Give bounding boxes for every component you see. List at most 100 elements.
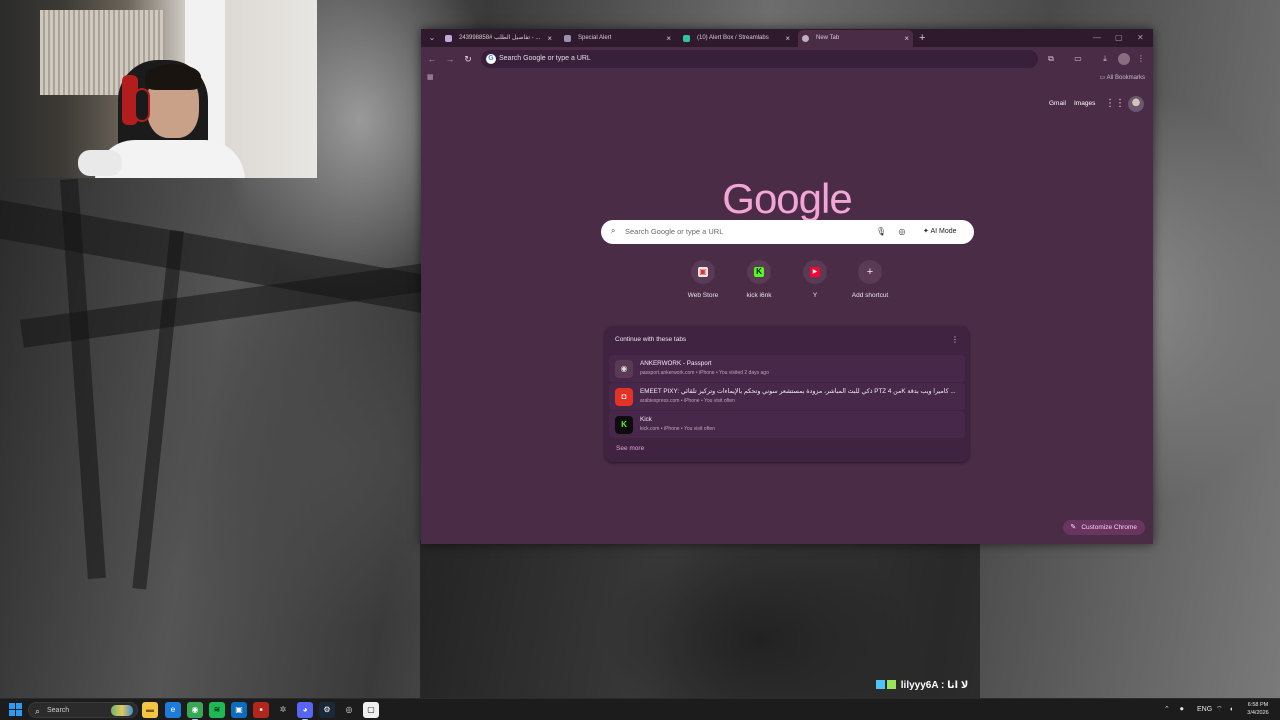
start-button[interactable] [9, 703, 22, 716]
file-explorer-icon[interactable]: ▬ [142, 702, 158, 718]
youtube-icon: ▶ [810, 267, 820, 277]
cast-icon[interactable]: ▭ [1072, 53, 1084, 65]
store-icon[interactable]: ▣ [231, 702, 247, 718]
continue-tab-title: ANKERWORK - Passport [640, 360, 712, 367]
close-icon[interactable]: × [904, 30, 909, 47]
continue-tabs-card: Continue with these tabs ⋮ ◉ ANKERWORK -… [605, 326, 969, 462]
chat-message: lilyyy6A : لا انا [900, 680, 969, 691]
continue-tabs-title: Continue with these tabs [615, 336, 687, 343]
edge-icon[interactable]: e [165, 702, 181, 718]
continue-tab-subtitle: passport.ankerwork.com • iPhone • You vi… [640, 370, 769, 376]
chat-badge-icon [876, 680, 885, 689]
close-window-icon[interactable]: ✕ [1137, 29, 1144, 47]
back-icon[interactable]: ← [425, 52, 439, 66]
apps-icon[interactable]: ▦ [427, 73, 436, 82]
obs-icon[interactable]: ◎ [341, 702, 357, 718]
ai-mode-button[interactable]: ✦ AI Mode [917, 224, 963, 240]
discord-icon[interactable]: ◕ [297, 702, 313, 720]
google-icon: G [486, 54, 496, 64]
new-tab-button[interactable]: + [919, 30, 925, 47]
aliexpress-icon: ◘ [615, 388, 633, 406]
kick-icon: K [615, 416, 633, 434]
maximize-icon[interactable]: ▢ [1115, 29, 1123, 47]
continue-tab-item[interactable]: ◉ ANKERWORK - Passport passport.ankerwor… [609, 355, 965, 382]
close-icon[interactable]: × [785, 30, 790, 47]
search-placeholder: Search Google or type a URL [625, 227, 724, 236]
chrome-icon [802, 35, 809, 42]
web-store-icon: ▣ [698, 267, 708, 277]
continue-tab-subtitle: arabiexpress.com • iPhone • You visit of… [640, 398, 735, 404]
download-icon[interactable]: ⤓ [1099, 53, 1111, 65]
search-icon: ⌕ [35, 706, 41, 716]
shortcut-youtube[interactable]: ▶ Y [787, 260, 843, 308]
profile-icon[interactable] [1118, 53, 1130, 65]
taskbar-search[interactable]: ⌕ Search [28, 702, 138, 718]
see-more-link[interactable]: See more [616, 444, 644, 454]
tab-strip: ⌄ تفاصيل الطلب #243998858 - ... × Specia… [421, 29, 1153, 47]
tab-special-alert[interactable]: Special Alert × [560, 30, 675, 47]
google-lens-icon[interactable]: ◎ [896, 226, 908, 238]
spotify-icon[interactable]: ≋ [209, 702, 225, 718]
microphone-icon[interactable]: ⏺ [1180, 699, 1184, 720]
clock-time: 6:58 PM [1247, 702, 1269, 708]
shortcut-web-store[interactable]: ▣ Web Store [675, 260, 731, 308]
tab-search-icon[interactable]: ⌄ [426, 32, 438, 44]
shortcut-label: kick i6nk [746, 292, 772, 299]
microphone-icon[interactable]: 🎙 [876, 226, 886, 238]
address-bar[interactable]: G Search Google or type a URL [481, 50, 1038, 68]
images-link[interactable]: Images [1074, 97, 1095, 111]
microphone [78, 150, 122, 176]
google-apps-icon[interactable]: ⋮⋮ [1105, 97, 1125, 111]
continue-tab-item[interactable]: ◘ EMEET PIXY: ذكي للبث المباشر، مزودة بم… [609, 383, 965, 410]
tab-label: (10) Alert Box / Streamlabs [697, 35, 769, 41]
webcam-overlay [0, 0, 317, 178]
folder-icon: ▭ [1099, 75, 1107, 81]
all-bookmarks-button[interactable]: ▭ All Bookmarks [1100, 71, 1145, 85]
system-clock[interactable]: 6:58 PM 3/4/2026 [1240, 701, 1276, 717]
menu-icon[interactable]: ⋮ [1135, 53, 1147, 65]
chrome-icon[interactable]: ◉ [187, 702, 203, 720]
more-options-icon[interactable]: ⋮ [951, 334, 959, 346]
tab-streamlabs[interactable]: (10) Alert Box / Streamlabs × [679, 30, 794, 47]
search-box[interactable]: ⌕ Search Google or type a URL 🎙 ◎ ✦ AI M… [601, 220, 974, 244]
kick-icon: K [754, 267, 764, 277]
continue-tab-subtitle: kick.com • iPhone • You visit often [640, 426, 715, 432]
close-icon[interactable]: × [547, 30, 552, 47]
customize-chrome-button[interactable]: ✎ Customize Chrome [1063, 520, 1145, 535]
close-icon[interactable]: × [666, 30, 671, 47]
wallpaper-shadow [420, 540, 980, 700]
page-favicon-icon [445, 35, 452, 42]
tab-label: New Tab [816, 35, 840, 41]
account-avatar[interactable] [1128, 96, 1144, 112]
search-icon: ⌕ [611, 226, 616, 235]
settings-icon[interactable]: ✲ [275, 702, 291, 718]
language-indicator[interactable]: ENG [1197, 699, 1212, 720]
forward-icon[interactable]: → [443, 52, 457, 66]
tab-new-tab[interactable]: New Tab × [798, 30, 913, 47]
gmail-link[interactable]: Gmail [1049, 97, 1066, 111]
continue-tab-title: EMEET PIXY: ذكي للبث المباشر، مزودة بمست… [640, 388, 956, 395]
wallpaper-shadow [132, 230, 184, 590]
ai-mode-label: AI Mode [930, 228, 957, 235]
steam-icon[interactable]: ⚙ [319, 702, 335, 718]
reload-icon[interactable]: ↻ [461, 52, 475, 66]
streamlabs-icon [683, 35, 690, 42]
extensions-icon[interactable]: ⧉ [1045, 53, 1057, 65]
news-app-icon[interactable]: ■ [253, 702, 269, 718]
app-icon[interactable]: ▢ [363, 702, 379, 718]
wifi-icon[interactable]: ⌔ [1216, 699, 1223, 720]
volume-icon[interactable]: ◖ [1229, 699, 1233, 720]
tab-order-details[interactable]: تفاصيل الطلب #243998858 - ... × [441, 30, 556, 47]
headset [134, 88, 150, 122]
chevron-up-icon[interactable]: ⌃ [1164, 699, 1170, 720]
taskbar: ⌕ Search ▬ e ◉ ≋ ▣ ■ ✲ ◕ ⚙ ◎ ▢ ⌃ ⏺ ENG ⌔… [0, 698, 1280, 720]
taskbar-search-label: Search [47, 707, 70, 714]
page-favicon-icon [564, 35, 571, 42]
shortcut-add[interactable]: + Add shortcut [842, 260, 898, 308]
continue-tab-item[interactable]: K Kick kick.com • iPhone • You visit oft… [609, 411, 965, 438]
shortcut-kick[interactable]: K kick i6nk [731, 260, 787, 308]
shortcut-label: Web Store [687, 292, 719, 299]
clock-date: 3/4/2026 [1247, 710, 1269, 716]
chat-badge-icon [887, 680, 896, 689]
minimize-icon[interactable]: — [1093, 29, 1101, 47]
